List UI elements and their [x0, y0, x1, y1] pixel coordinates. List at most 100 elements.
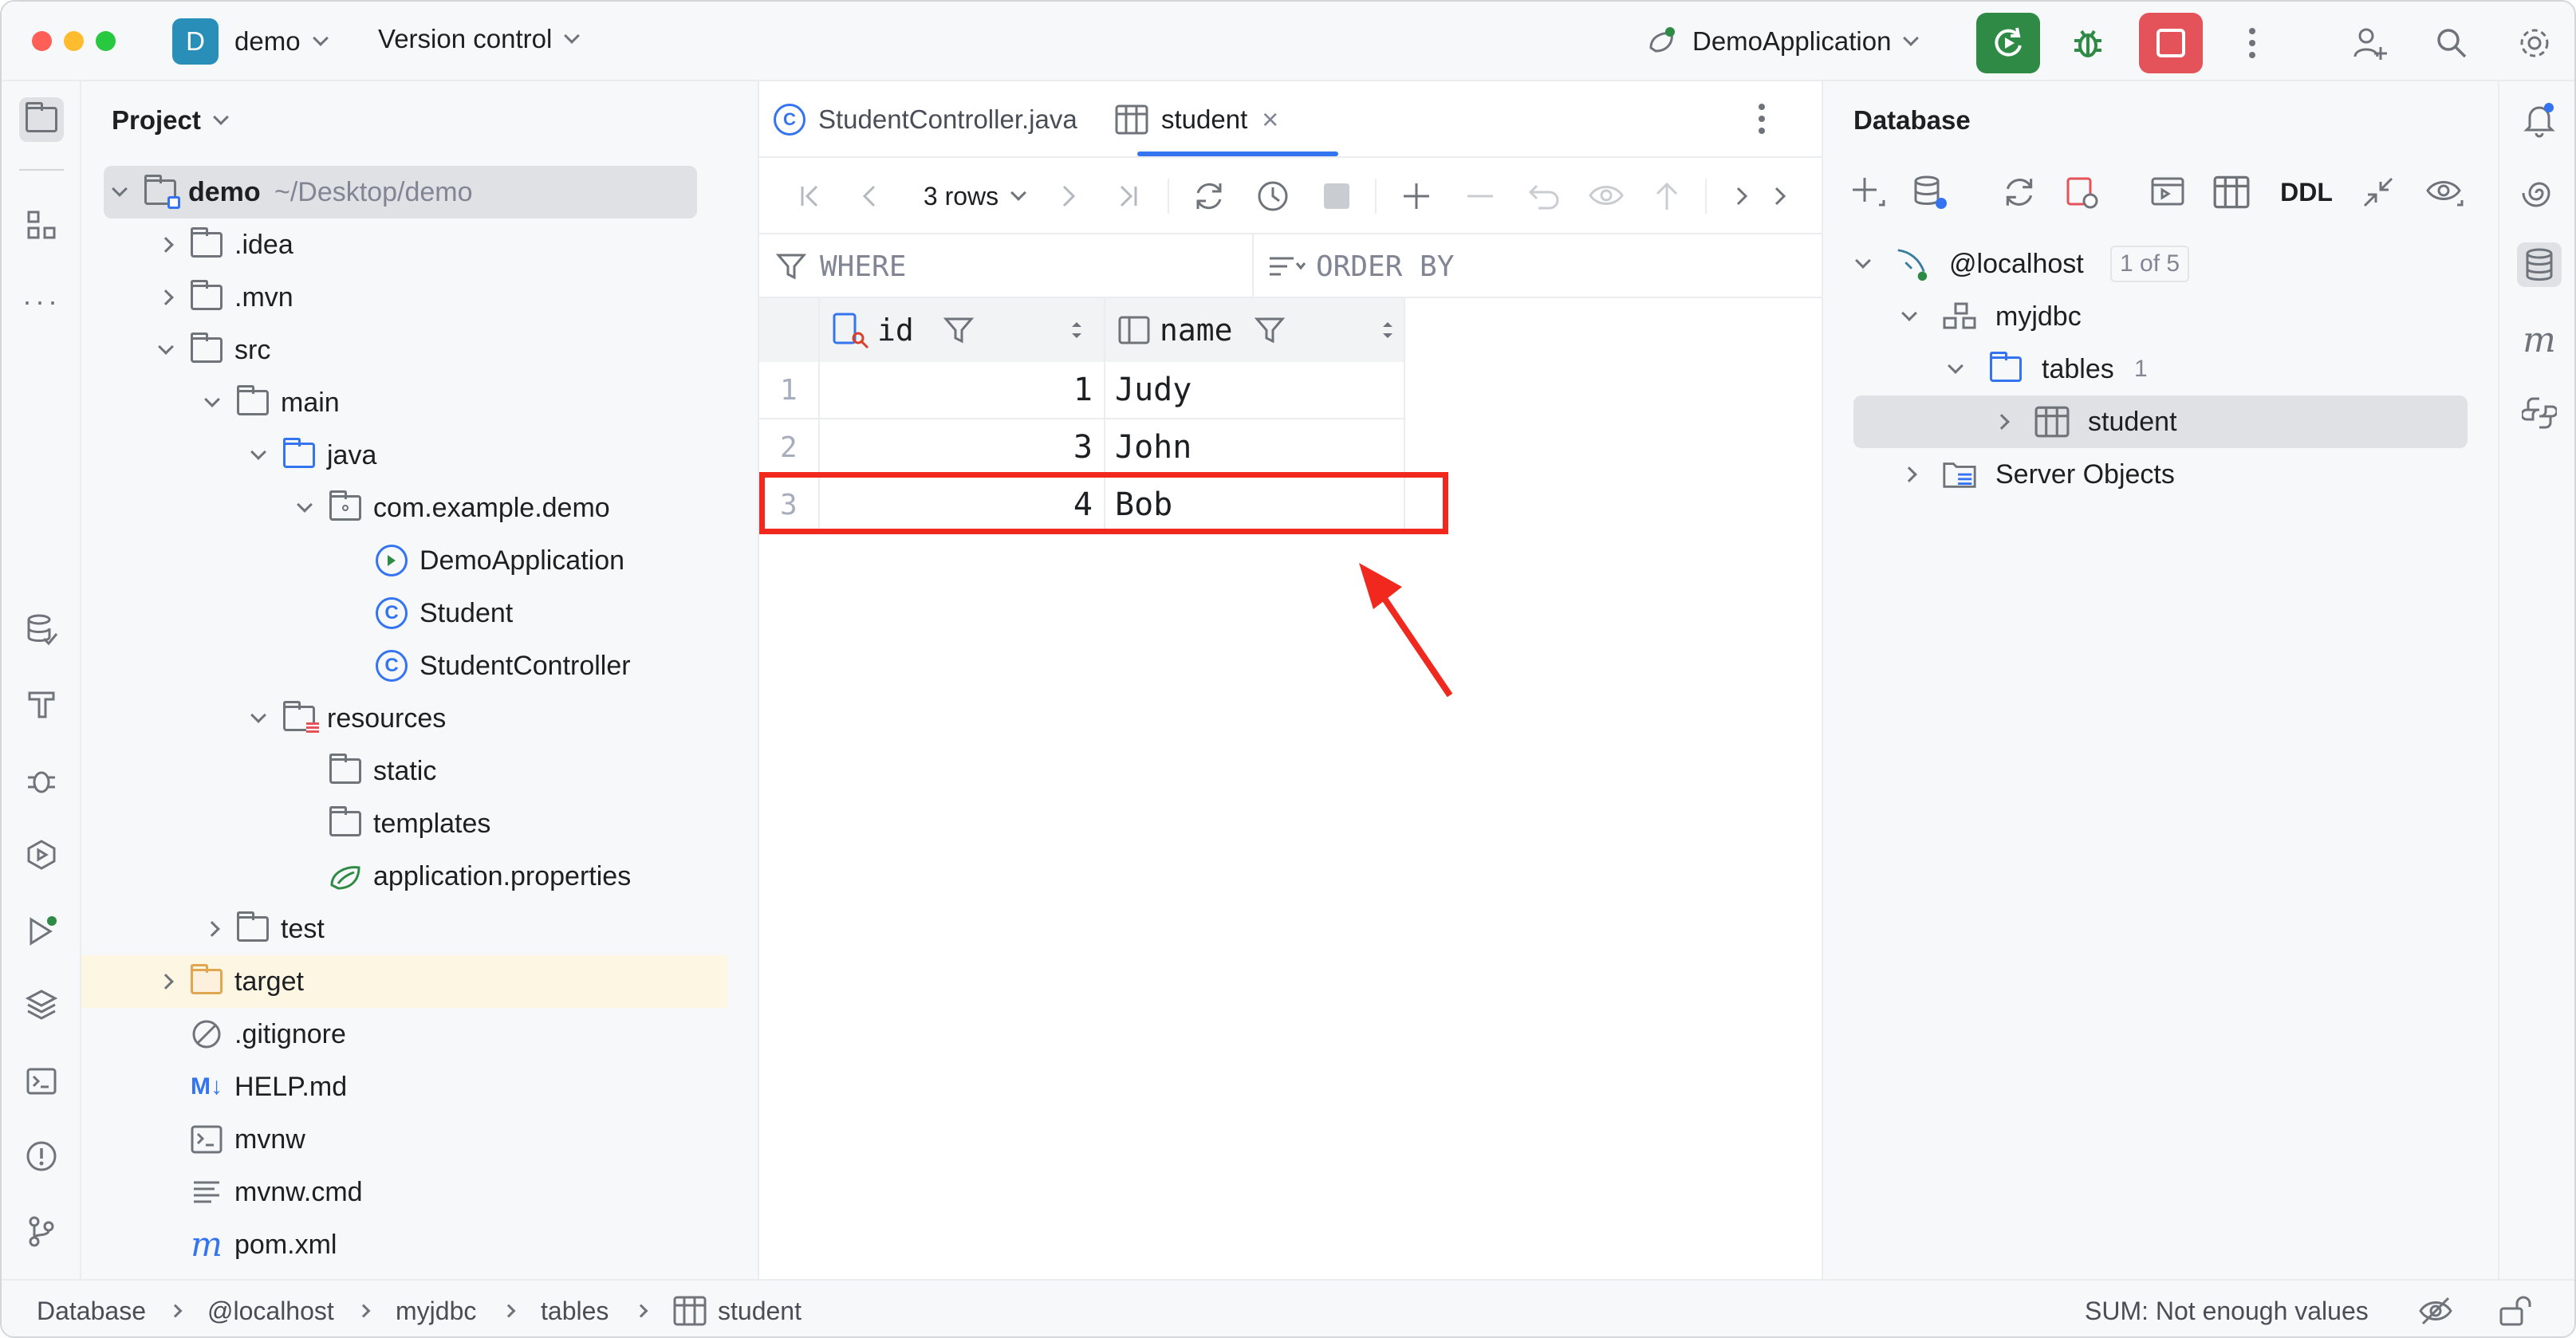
chevron-right-icon[interactable]: [196, 903, 228, 955]
refresh-button[interactable]: [1995, 164, 2043, 220]
tree-item[interactable]: .mvn: [81, 271, 727, 324]
debug-button[interactable]: [2056, 13, 2120, 73]
ddl-button[interactable]: DDL: [2267, 164, 2346, 220]
tree-item[interactable]: target: [81, 955, 727, 1008]
services-tool-button[interactable]: [19, 832, 64, 877]
tab-student[interactable]: student ×: [1115, 81, 1278, 158]
ai-assistant-button[interactable]: [2517, 171, 2562, 215]
table-view-button[interactable]: [2208, 164, 2255, 220]
tree-item[interactable]: .gitignore: [81, 1008, 727, 1061]
structure-tool-button[interactable]: [19, 203, 64, 247]
filter-icon[interactable]: [943, 314, 975, 346]
aggregate-summary[interactable]: SUM: Not enough values: [2085, 1281, 2369, 1336]
expand-arrow-icon[interactable]: [1847, 238, 1879, 290]
layers-tool-button[interactable]: [19, 982, 64, 1027]
delete-row-button[interactable]: [1458, 175, 1503, 217]
tree-item[interactable]: templates: [81, 797, 727, 850]
expand-arrow-icon[interactable]: [1986, 395, 2018, 448]
project-tool-button[interactable]: [19, 97, 64, 142]
row-number[interactable]: 1: [759, 362, 820, 419]
tree-item[interactable]: M↓ HELP.md: [81, 1061, 727, 1113]
chevron-down-icon[interactable]: [104, 166, 136, 218]
expand-arrow-icon[interactable]: [1940, 343, 1971, 395]
breadcrumb-item[interactable]: student: [673, 1281, 802, 1336]
tables-folder[interactable]: tables 1: [1823, 343, 2469, 395]
where-filter-field[interactable]: WHERE: [775, 234, 1212, 298]
disconnect-button[interactable]: [2058, 164, 2105, 220]
settings-button[interactable]: [2503, 13, 2566, 73]
zoom-window-button[interactable]: [96, 31, 116, 51]
column-header-id[interactable]: id: [820, 298, 1105, 362]
maven-tool-button[interactable]: m: [2517, 317, 2562, 362]
debug-tool-button[interactable]: [19, 758, 64, 802]
cell-id[interactable]: 1: [820, 362, 1105, 419]
new-datasource-button[interactable]: [1844, 164, 1892, 220]
chevron-down-icon[interactable]: [242, 692, 274, 745]
tree-item[interactable]: java: [81, 429, 727, 482]
database-changes-button[interactable]: [19, 608, 64, 652]
close-window-button[interactable]: [32, 31, 52, 51]
expand-arrow-icon[interactable]: [1893, 448, 1925, 501]
order-by-field[interactable]: ORDER BY: [1266, 234, 1809, 298]
tree-item[interactable]: demo ~/Desktop/demo: [104, 166, 697, 218]
cell-id[interactable]: 3: [820, 419, 1105, 477]
sort-toggle-icon[interactable]: [1069, 314, 1085, 346]
terminal-tool-button[interactable]: [19, 1059, 64, 1104]
tree-item[interactable]: mvnw: [81, 1113, 727, 1166]
chevron-right-icon[interactable]: [150, 955, 182, 1008]
chevron-down-icon[interactable]: [289, 482, 321, 534]
build-tool-button[interactable]: [19, 681, 64, 726]
toolbar-overflow-left[interactable]: [1724, 175, 1759, 217]
chevron-down-icon[interactable]: [242, 429, 274, 482]
submit-button[interactable]: [1644, 175, 1689, 217]
cell-name[interactable]: John: [1105, 419, 1405, 477]
page-size-dropdown[interactable]: 3 rows: [914, 175, 1034, 217]
tree-item[interactable]: mvnw.cmd: [81, 1166, 727, 1218]
table-student[interactable]: student: [1853, 395, 2468, 448]
expand-arrow-icon[interactable]: [1893, 290, 1925, 343]
minimize-window-button[interactable]: [64, 31, 84, 51]
previous-page-button[interactable]: [850, 175, 892, 217]
breadcrumb-item[interactable]: @localhost: [207, 1281, 334, 1336]
cell-name[interactable]: Judy: [1105, 362, 1405, 419]
vcs-menu[interactable]: Version control: [378, 24, 581, 54]
database-tool-button[interactable]: [2517, 242, 2562, 287]
view-options-button[interactable]: [2421, 164, 2469, 220]
tabs-more-button[interactable]: [1758, 100, 1766, 141]
filter-icon[interactable]: [1254, 314, 1286, 346]
tree-item[interactable]: com.example.demo: [81, 482, 727, 534]
search-button[interactable]: [2420, 13, 2483, 73]
tree-item[interactable]: .idea: [81, 218, 727, 271]
tree-item[interactable]: src: [81, 324, 727, 376]
preview-changes-button[interactable]: [1584, 175, 1629, 217]
revert-button[interactable]: [1522, 175, 1566, 217]
datasource-localhost[interactable]: @localhost 1 of 5: [1823, 238, 2469, 290]
first-page-button[interactable]: [790, 175, 831, 217]
tree-item[interactable]: static: [81, 745, 727, 797]
tree-item[interactable]: resources: [81, 692, 727, 745]
notifications-button[interactable]: [2517, 97, 2562, 142]
next-page-button[interactable]: [1046, 175, 1088, 217]
sort-toggle-icon[interactable]: [1380, 314, 1396, 346]
tree-item[interactable]: DemoApplication: [81, 534, 727, 587]
jump-to-editor-button[interactable]: [2354, 164, 2402, 220]
run-tool-button[interactable]: [19, 909, 64, 954]
add-user-button[interactable]: [2338, 13, 2402, 73]
query-console-button[interactable]: [2144, 164, 2192, 220]
problems-tool-button[interactable]: [19, 1134, 64, 1179]
more-tools-button[interactable]: ···: [19, 279, 64, 324]
chevron-right-icon[interactable]: [150, 271, 182, 324]
tree-item[interactable]: m pom.xml: [81, 1218, 727, 1271]
column-header-name[interactable]: name: [1105, 298, 1405, 362]
add-row-button[interactable]: [1394, 175, 1439, 217]
refresh-button[interactable]: [1187, 175, 1231, 217]
more-actions-button[interactable]: [2220, 13, 2284, 73]
row-number[interactable]: 2: [759, 419, 820, 477]
python-console-button[interactable]: [2517, 391, 2562, 435]
tree-item[interactable]: C StudentController: [81, 639, 727, 692]
toolbar-overflow-right[interactable]: [1763, 175, 1798, 217]
rerun-button[interactable]: [1976, 13, 2040, 73]
tab-student-controller[interactable]: C StudentController.java: [774, 81, 1077, 158]
tree-item[interactable]: test: [81, 903, 727, 955]
breadcrumb-item[interactable]: Database: [37, 1281, 146, 1336]
